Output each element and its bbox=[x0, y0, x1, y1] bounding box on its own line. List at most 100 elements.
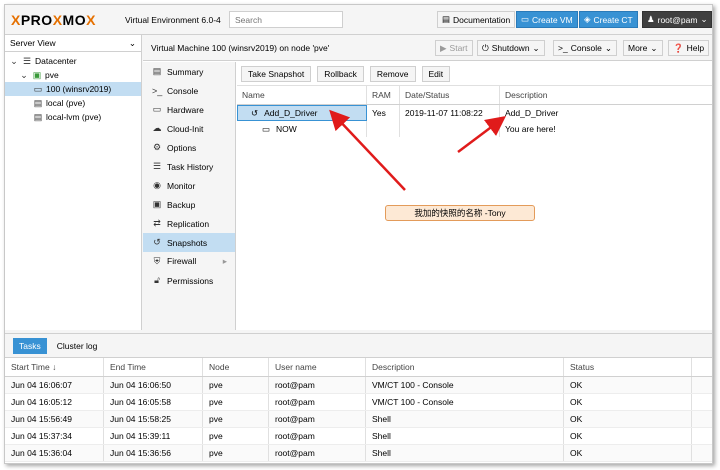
ram-cell: Yes bbox=[367, 105, 400, 121]
documentation-button[interactable]: ▤ Documentation bbox=[437, 11, 516, 28]
power-icon: ⏻ bbox=[482, 42, 489, 53]
start-button[interactable]: ▶ Start bbox=[435, 40, 473, 56]
remove-button[interactable]: Remove bbox=[369, 65, 416, 82]
page-title: Virtual Machine 100 (winsrv2019) on node… bbox=[151, 42, 330, 53]
tasks-table-body: Jun 04 16:06:07 Jun 04 16:06:50 pve root@pa… bbox=[5, 377, 712, 462]
nav-backup[interactable]: ▣ Backup bbox=[143, 195, 235, 214]
date-cell: 2019-11-07 11:08:22 bbox=[400, 105, 500, 121]
eye-icon: ◉ bbox=[153, 180, 161, 190]
table-row[interactable]: Jun 04 15:36:04 Jun 04 15:36:56 pve root@pa… bbox=[5, 445, 712, 462]
list-icon: ☰ bbox=[152, 161, 162, 171]
bottom-tabs: Tasks Cluster log bbox=[5, 334, 712, 358]
chevron-down-icon: ⌄ bbox=[604, 42, 613, 53]
column-header[interactable]: Name bbox=[237, 86, 367, 104]
tree-item-datacenter[interactable]: ⌄ ☰ Datacenter bbox=[5, 54, 141, 68]
node-icon: ▣ bbox=[32, 69, 42, 80]
collapse-icon: ⌄ bbox=[20, 69, 28, 80]
chevron-down-icon: ⌄ bbox=[128, 38, 136, 48]
snapshot-grid: Name RAM Date/Status Description ↺ Add_D_… bbox=[237, 86, 712, 137]
take-snapshot-button[interactable]: Take Snapshot bbox=[241, 65, 312, 82]
desktop-icon: ▭ bbox=[152, 104, 162, 114]
snapshot-row[interactable]: ▭ NOW You are here! bbox=[237, 121, 712, 137]
column-header[interactable]: User name bbox=[269, 358, 366, 376]
ram-cell bbox=[367, 121, 400, 137]
description-cell: You are here! bbox=[500, 121, 712, 137]
column-header[interactable]: Status bbox=[564, 358, 692, 376]
app-window: XPROXMOX Virtual Environment 6.0-4 Searc… bbox=[4, 4, 713, 464]
version-label: Virtual Environment 6.0-4 bbox=[125, 15, 221, 25]
top-bar: XPROXMOX Virtual Environment 6.0-4 Searc… bbox=[5, 5, 712, 35]
table-row[interactable]: Jun 04 16:05:12 Jun 04 16:05:58 pve root@pa… bbox=[5, 394, 712, 411]
collapse-icon: ⌄ bbox=[10, 55, 18, 66]
content-panel: Virtual Machine 100 (winsrv2019) on node… bbox=[143, 35, 712, 330]
nav-permissions[interactable]: 🔓︎ Permissions bbox=[143, 271, 235, 290]
column-header[interactable]: Date/Status bbox=[400, 86, 500, 104]
history-icon: ↺ bbox=[153, 237, 161, 247]
user-icon: ♟ bbox=[647, 14, 655, 24]
nav-options[interactable]: ⚙ Options bbox=[143, 138, 235, 157]
column-header[interactable]: RAM bbox=[367, 86, 400, 104]
column-header[interactable]: Node bbox=[203, 358, 269, 376]
column-header[interactable]: Description bbox=[366, 358, 564, 376]
edit-button[interactable]: Edit bbox=[421, 65, 451, 82]
tree-item-vm[interactable]: ▭ 100 (winsrv2019) bbox=[5, 82, 141, 96]
nav-cloud-init[interactable]: ☁ Cloud-Init bbox=[143, 119, 235, 138]
shutdown-button[interactable]: ⏻ Shutdown ⌄ bbox=[477, 40, 545, 56]
table-row[interactable]: Jun 04 16:06:07 Jun 04 16:06:50 pve root@pa… bbox=[5, 377, 712, 394]
snapshot-name-cell: ↺ Add_D_Driver bbox=[237, 105, 367, 121]
cube-icon: ◈ bbox=[584, 14, 591, 24]
table-row[interactable]: Jun 04 15:37:34 Jun 04 15:39:11 pve root@pa… bbox=[5, 428, 712, 445]
storage-icon: ▤ bbox=[33, 111, 43, 122]
column-header[interactable]: End Time bbox=[104, 358, 203, 376]
snapshot-grid-header: Name RAM Date/Status Description bbox=[237, 86, 712, 105]
monitor-icon: ▭ bbox=[521, 14, 530, 24]
chevron-down-icon: ⌄ bbox=[650, 42, 658, 53]
task-log-panel: Tasks Cluster log Start Time ↓ End Time … bbox=[5, 333, 712, 463]
nav-task-history[interactable]: ☰ Task History bbox=[143, 157, 235, 176]
terminal-icon: >_ bbox=[558, 43, 568, 53]
create-vm-button[interactable]: ▭ Create VM bbox=[516, 11, 578, 28]
nav-replication[interactable]: ⇄ Replication bbox=[143, 214, 235, 233]
table-row[interactable]: Jun 04 15:56:49 Jun 04 15:58:25 pve root@pa… bbox=[5, 411, 712, 428]
monitor-icon: ▭ bbox=[262, 123, 271, 134]
column-header[interactable]: Description bbox=[500, 86, 712, 104]
gear-icon: ⚙ bbox=[152, 142, 162, 152]
snapshot-panel: Take Snapshot Rollback Remove Edit Name … bbox=[237, 62, 712, 330]
storage-icon: ▤ bbox=[33, 97, 43, 108]
rollback-button[interactable]: Rollback bbox=[317, 65, 364, 82]
play-icon: ▶ bbox=[440, 42, 447, 53]
chevron-down-icon: ⌄ bbox=[700, 14, 708, 24]
more-button[interactable]: More ⌄ bbox=[623, 40, 663, 56]
tab-cluster-log[interactable]: Cluster log bbox=[51, 338, 104, 354]
nav-monitor[interactable]: ◉ Monitor bbox=[143, 176, 235, 195]
chevron-right-icon: ▸ bbox=[222, 256, 227, 266]
snapshot-name-cell: ▭ NOW bbox=[237, 121, 367, 137]
replication-icon: ⇄ bbox=[153, 218, 161, 228]
nav-snapshots[interactable]: ↺ Snapshots bbox=[143, 233, 235, 252]
create-ct-button[interactable]: ◈ Create CT bbox=[579, 11, 638, 28]
help-button[interactable]: ❓ Help bbox=[668, 40, 710, 56]
resource-tree: Server View ⌄ ⌄ ☰ Datacenter ⌄ ▣ pve ▭ 100 (wi… bbox=[5, 35, 142, 330]
date-cell bbox=[400, 121, 500, 137]
snapshot-toolbar: Take Snapshot Rollback Remove Edit bbox=[237, 62, 712, 86]
nav-firewall[interactable]: ⛨ Firewall ▸ bbox=[143, 252, 235, 271]
tree-item-storage-lvm[interactable]: ▤ local-lvm (pve) bbox=[5, 110, 141, 124]
datacenter-icon: ☰ bbox=[22, 55, 32, 66]
tasks-table-header: Start Time ↓ End Time Node User name Des… bbox=[5, 358, 712, 377]
console-button[interactable]: >_ Console ⌄ bbox=[553, 40, 618, 56]
vm-nav: ▤ Summary >_ Console ▭ Hardware ☁ Cloud-Init… bbox=[143, 62, 236, 330]
help-icon: ❓ bbox=[673, 42, 684, 53]
tree-item-storage-local[interactable]: ▤ local (pve) bbox=[5, 96, 141, 110]
nav-hardware[interactable]: ▭ Hardware bbox=[143, 100, 235, 119]
tree-item-node[interactable]: ⌄ ▣ pve bbox=[5, 68, 141, 82]
column-header[interactable]: Start Time ↓ bbox=[5, 358, 104, 376]
snapshot-row[interactable]: ↺ Add_D_Driver Yes 2019-11-07 11:08:22 Ad… bbox=[237, 105, 712, 121]
summary-icon: ▤ bbox=[152, 66, 162, 76]
view-selector[interactable]: Server View ⌄ bbox=[5, 35, 141, 52]
tab-tasks[interactable]: Tasks bbox=[13, 337, 47, 354]
content-header: Virtual Machine 100 (winsrv2019) on node… bbox=[143, 35, 712, 61]
search-input[interactable]: Search bbox=[229, 11, 343, 28]
user-menu[interactable]: ♟ root@pam ⌄ bbox=[642, 11, 712, 28]
nav-console[interactable]: >_ Console bbox=[143, 81, 235, 100]
nav-summary[interactable]: ▤ Summary bbox=[143, 62, 235, 81]
